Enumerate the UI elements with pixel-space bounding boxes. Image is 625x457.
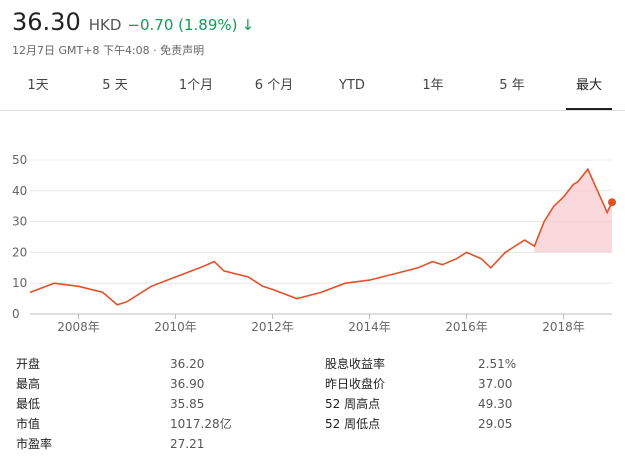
- x-tick-label: 2010年: [154, 320, 197, 334]
- stat-prev-close-label: 昨日收盘价: [325, 377, 386, 391]
- stat-pe-value: 27.21: [170, 437, 205, 451]
- x-tick-label: 2012年: [251, 320, 294, 334]
- price-area-fill: [534, 169, 612, 253]
- y-tick-label: 0: [12, 307, 20, 321]
- stat-52w-low-value: 29.05: [478, 417, 513, 431]
- stat-52w-high-value: 49.30: [478, 397, 513, 411]
- stat-low-label: 最低: [16, 397, 41, 411]
- tab-5-day[interactable]: 5 天: [93, 64, 137, 108]
- tab-1-year[interactable]: 1年: [413, 64, 453, 108]
- down-arrow-icon: ↓: [241, 16, 255, 34]
- stat-high-label: 最高: [16, 377, 41, 391]
- price-chart[interactable]: 0 10 20 30 40 50 2008年 2010年 2012年 2014年 2016年 201…: [0, 140, 625, 340]
- last-price-marker: [608, 198, 616, 207]
- stat-52w-low-label: 52 周低点: [325, 417, 381, 431]
- y-tick-label: 20: [12, 245, 27, 259]
- x-tick-label: 2014年: [348, 320, 391, 334]
- y-tick-label: 50: [12, 153, 27, 167]
- currency-code: HKD: [88, 16, 122, 34]
- stat-market-cap-value: 1017.28亿: [170, 417, 232, 431]
- x-axis-labels: 2008年 2010年 2012年 2014年 2016年 2018年: [57, 314, 585, 334]
- stock-price: 36.30: [12, 8, 81, 36]
- x-tick-label: 2016年: [445, 320, 488, 334]
- stat-open-value: 36.20: [170, 357, 205, 371]
- stat-prev-close-value: 37.00: [478, 377, 513, 391]
- tab-max[interactable]: 最大: [566, 64, 612, 110]
- range-tabs: 1天 5 天 1个月 6 个月 YTD 1年 5 年 最大: [0, 64, 625, 111]
- stat-high-value: 36.90: [170, 377, 205, 391]
- price-line: [29, 167, 613, 306]
- y-tick-label: 40: [12, 184, 27, 198]
- stat-market-cap-label: 市值: [16, 417, 41, 431]
- price-change: −0.70 (1.89%): [127, 16, 238, 34]
- quote-header: 36.30 HKD −0.70 (1.89%) ↓: [12, 8, 254, 36]
- x-tick-label: 2018年: [542, 320, 585, 334]
- stat-low-value: 35.85: [170, 397, 205, 411]
- y-axis-labels: 0 10 20 30 40 50: [12, 153, 27, 321]
- stat-pe-label: 市盈率: [16, 437, 53, 451]
- stat-52w-high-label: 52 周高点: [325, 397, 381, 411]
- tab-6-month[interactable]: 6 个月: [248, 64, 300, 108]
- stat-dividend-label: 股息收益率: [325, 357, 386, 371]
- chart-gridlines: [30, 159, 612, 315]
- y-tick-label: 30: [12, 215, 27, 229]
- y-tick-label: 10: [12, 276, 27, 290]
- timestamp-disclaimer[interactable]: 12月7日 GMT+8 下午4:08 · 免责声明: [12, 42, 204, 58]
- tab-ytd[interactable]: YTD: [332, 64, 372, 108]
- stat-dividend-value: 2.51%: [478, 357, 517, 371]
- x-tick-label: 2008年: [57, 320, 100, 334]
- tab-1-day[interactable]: 1天: [18, 64, 58, 108]
- tab-1-month[interactable]: 1个月: [170, 64, 222, 108]
- tab-5-year[interactable]: 5 年: [490, 64, 534, 108]
- stat-open-label: 开盘: [16, 357, 41, 371]
